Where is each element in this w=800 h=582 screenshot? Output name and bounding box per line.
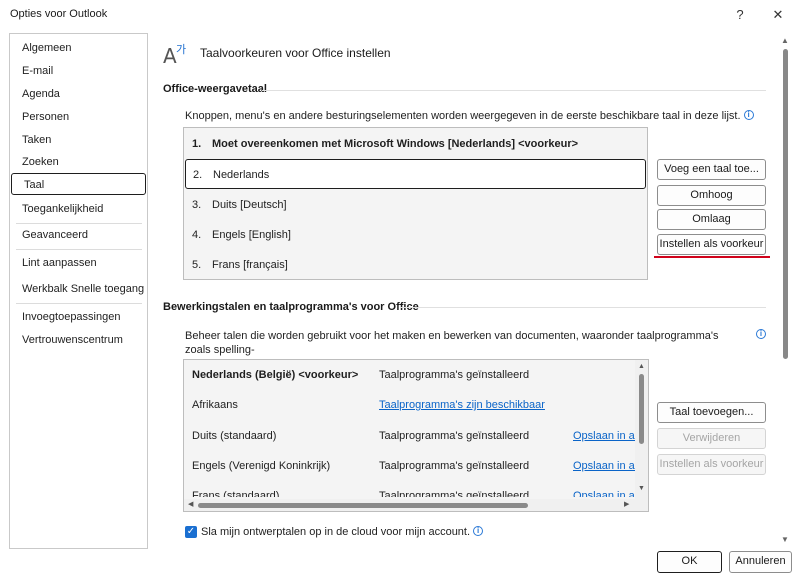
table-row[interactable]: Afrikaans Taalprogramma's zijn beschikba… — [185, 390, 635, 420]
save-to-account-link[interactable]: Opslaan in ac — [573, 421, 635, 451]
table-horizontal-scrollbar[interactable]: ◀ ▶ — [184, 499, 635, 511]
section-divider — [400, 307, 766, 308]
proofing-tools-available-link[interactable]: Taalprogramma's zijn beschikbaar — [379, 390, 545, 420]
table-row[interactable]: Duits (standaard) Taalprogramma's geïnst… — [185, 421, 635, 451]
editing-language-table: Nederlands (België) <voorkeur> Taalprogr… — [183, 359, 649, 512]
sidebar-item-email[interactable]: E-mail — [10, 60, 147, 82]
list-item-label: Moet overeenkomen met Microsoft Windows … — [212, 138, 579, 150]
save-to-account-link[interactable]: Opslaan in ac — [573, 481, 635, 497]
section-divider — [262, 90, 766, 91]
sidebar-item-vertrouwenscentrum[interactable]: Vertrouwenscentrum — [10, 329, 147, 351]
display-language-description-text: Knoppen, menu's en andere besturingselem… — [185, 110, 741, 122]
scrollbar-corner — [635, 499, 648, 511]
sidebar-item-agenda[interactable]: Agenda — [10, 83, 147, 105]
table-cell-status: Taalprogramma's geïnstalleerd — [379, 490, 530, 497]
list-item[interactable]: 2. Nederlands — [185, 159, 646, 189]
table-cell-language: Nederlands (België) <voorkeur> — [192, 369, 359, 381]
list-item[interactable]: 3. Duits [Deutsch] — [185, 190, 646, 220]
sidebar-separator — [16, 249, 142, 250]
page-title: Taalvoorkeuren voor Office instellen — [200, 46, 391, 60]
sidebar-item-personen[interactable]: Personen — [10, 106, 147, 128]
list-item-number: 4. — [192, 229, 202, 241]
annotation-underline — [654, 256, 770, 258]
cloud-save-label: Sla mijn ontwerptalen op in de cloud voo… — [201, 526, 484, 538]
scroll-up-arrow-icon[interactable]: ▲ — [638, 363, 645, 370]
table-cell-language: Duits (standaard) — [192, 430, 277, 442]
list-item-label: Engels [English] — [212, 229, 291, 241]
help-button[interactable]: ? — [725, 4, 755, 26]
scroll-down-arrow-icon[interactable]: ▼ — [638, 485, 645, 492]
title-bar: Opties voor Outlook ? ✕ — [0, 0, 800, 30]
main-vertical-scrollbar[interactable]: ▲ ▼ — [779, 33, 792, 549]
list-item-label: Frans [français] — [212, 259, 288, 271]
scrollbar-thumb[interactable] — [198, 503, 528, 508]
save-to-account-link[interactable]: Opslaan in ac — [573, 451, 635, 481]
table-row[interactable]: Frans (standaard) Taalprogramma's geïnst… — [185, 481, 635, 497]
set-preferred-display-button[interactable]: Instellen als voorkeur — [657, 234, 766, 255]
sidebar-item-zoeken[interactable]: Zoeken — [10, 151, 147, 173]
sidebar-item-werkbalk[interactable]: Werkbalk Snelle toegang — [10, 278, 147, 300]
close-button[interactable]: ✕ — [763, 4, 793, 26]
info-icon[interactable]: i — [473, 526, 484, 536]
editing-language-description-line: Beheer talen die worden gebruikt voor he… — [185, 330, 719, 356]
svg-text:A: A — [163, 44, 177, 67]
scroll-left-arrow-icon[interactable]: ◀ — [188, 500, 193, 508]
list-item[interactable]: 5. Frans [français] — [185, 250, 646, 280]
list-item-number: 3. — [192, 199, 202, 211]
svg-text:가: 가 — [176, 43, 186, 56]
list-item-number: 1. — [192, 138, 202, 150]
sidebar-item-geavanceerd[interactable]: Geavanceerd — [10, 224, 147, 246]
scroll-up-arrow-icon[interactable]: ▲ — [781, 36, 789, 45]
add-display-language-button[interactable]: Voeg een taal toe... — [657, 159, 766, 180]
display-language-title: Office-weergavetaal — [163, 83, 267, 95]
ok-button[interactable]: OK — [657, 551, 722, 573]
list-item[interactable]: 4. Engels [English] — [185, 220, 646, 250]
info-icon[interactable]: i — [743, 110, 754, 120]
scrollbar-thumb[interactable] — [639, 374, 644, 444]
sidebar-separator — [16, 303, 142, 304]
sidebar-item-toegankelijkheid[interactable]: Toegankelijkheid — [10, 198, 147, 220]
display-language-list: 1. Moet overeenkomen met Microsoft Window… — [183, 127, 648, 280]
sidebar-item-lint-aanpassen[interactable]: Lint aanpassen — [10, 252, 147, 274]
move-down-button[interactable]: Omlaag — [657, 209, 766, 230]
language-icon: A 가 — [163, 39, 193, 68]
editing-language-title: Bewerkingstalen en taalprogramma's voor … — [163, 301, 419, 313]
table-vertical-scrollbar[interactable]: ▲ ▼ — [635, 360, 648, 499]
set-preferred-editing-button: Instellen als voorkeur — [657, 454, 766, 475]
sidebar-item-algemeen[interactable]: Algemeen — [10, 37, 147, 59]
cloud-save-checkbox[interactable]: ✓ — [185, 526, 197, 538]
move-up-button[interactable]: Omhoog — [657, 185, 766, 206]
table-cell-status: Taalprogramma's geïnstalleerd — [379, 369, 530, 381]
table-cell-language: Frans (standaard) — [192, 490, 280, 497]
list-item-number: 5. — [192, 259, 202, 271]
add-editing-language-button[interactable]: Taal toevoegen... — [657, 402, 766, 423]
table-row[interactable]: Engels (Verenigd Koninkrijk) Taalprogram… — [185, 451, 635, 481]
list-item-number: 2. — [193, 169, 203, 181]
table-cell-status: Taalprogramma's geïnstalleerd — [379, 460, 530, 472]
sidebar-item-invoegtoepassingen[interactable]: Invoegtoepassingen — [10, 306, 147, 328]
list-item[interactable]: 1. Moet overeenkomen met Microsoft Window… — [185, 129, 646, 159]
cloud-save-label-text: Sla mijn ontwerptalen op in de cloud voo… — [201, 526, 471, 538]
table-row[interactable]: Nederlands (België) <voorkeur> Taalprogr… — [185, 360, 635, 390]
table-cell-status: Taalprogramma's geïnstalleerd — [379, 430, 530, 442]
table-cell-language: Afrikaans — [192, 399, 238, 411]
sidebar-item-taken[interactable]: Taken — [10, 129, 147, 151]
sidebar: Algemeen E-mail Agenda Personen Taken Zo… — [9, 33, 148, 549]
remove-language-button: Verwijderen — [657, 428, 766, 449]
window-title: Opties voor Outlook — [10, 8, 108, 20]
list-item-label: Duits [Deutsch] — [212, 199, 287, 211]
sidebar-item-taal[interactable]: Taal — [11, 173, 146, 195]
display-language-description: Knoppen, menu's en andere besturingselem… — [185, 110, 754, 122]
scroll-down-arrow-icon[interactable]: ▼ — [781, 535, 789, 544]
cancel-button[interactable]: Annuleren — [729, 551, 792, 573]
scroll-right-arrow-icon[interactable]: ▶ — [624, 500, 629, 508]
info-icon[interactable]: i — [756, 329, 766, 339]
table-cell-language: Engels (Verenigd Koninkrijk) — [192, 460, 331, 472]
list-item-label: Nederlands — [213, 169, 270, 181]
scrollbar-thumb[interactable] — [783, 49, 788, 359]
